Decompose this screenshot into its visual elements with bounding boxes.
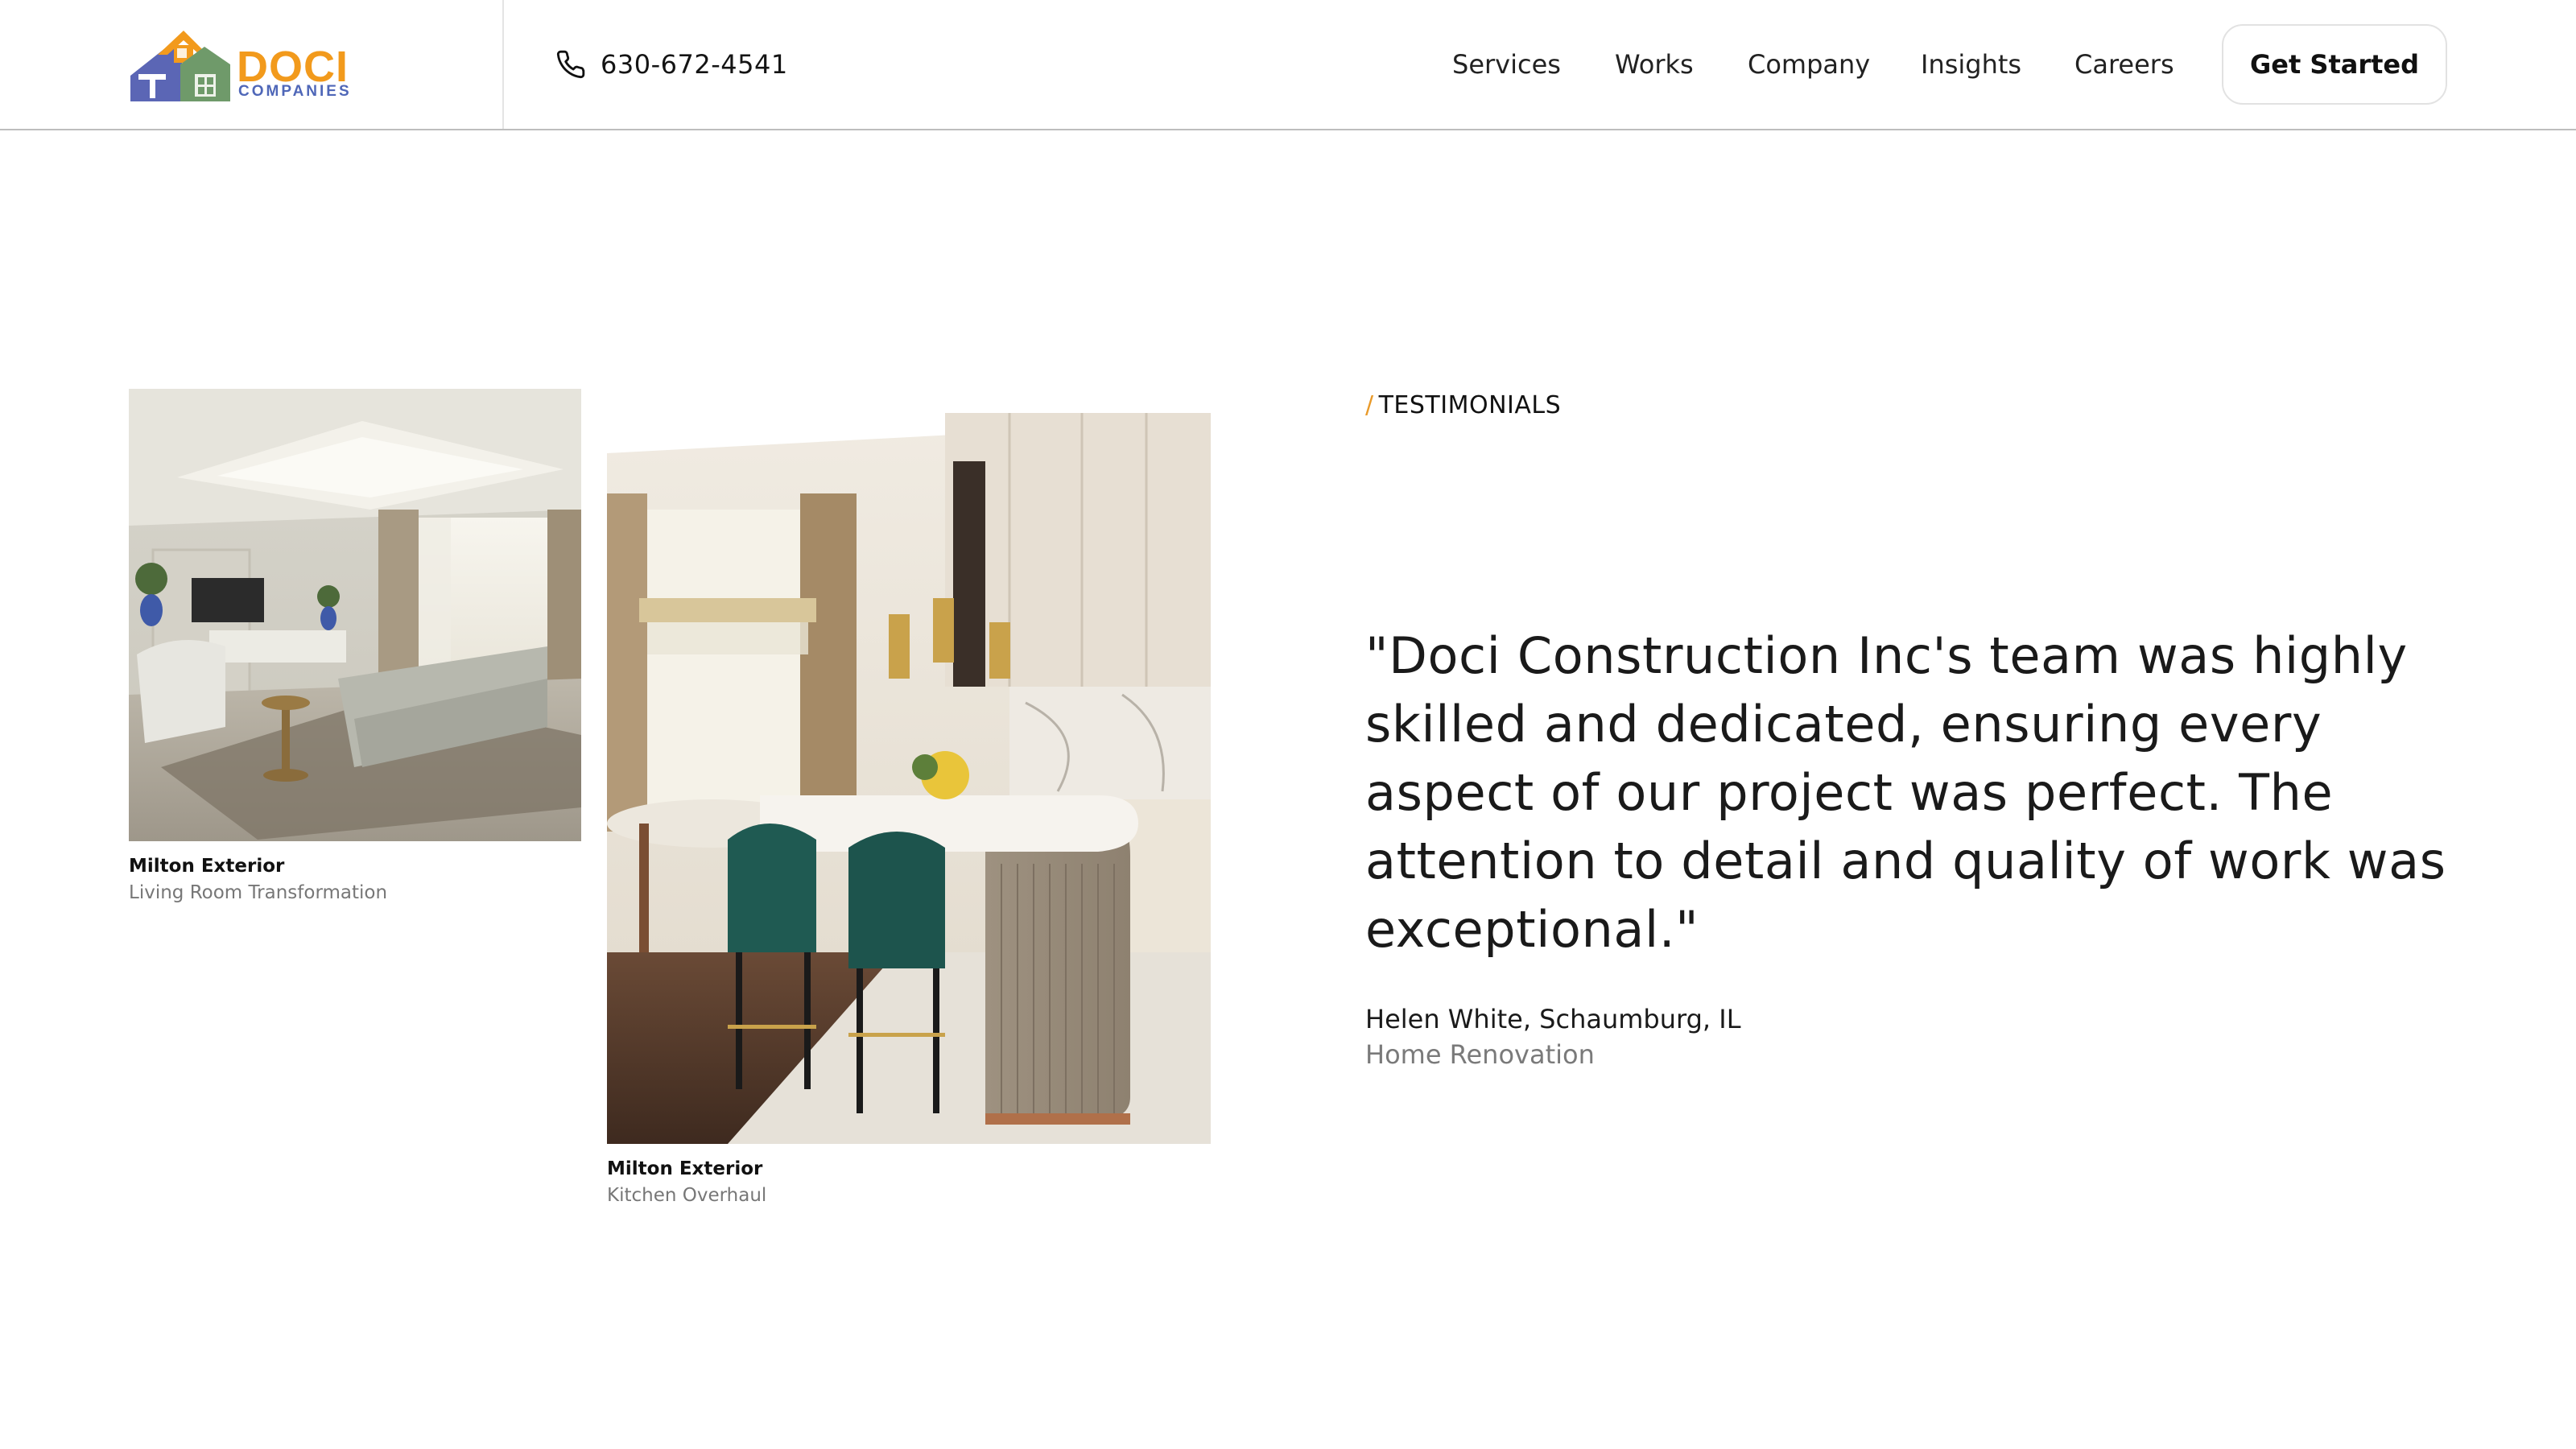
get-started-button[interactable]: Get Started (2222, 24, 2447, 105)
section-eyebrow: / TESTIMONIALS (1365, 390, 1561, 422)
nav-careers[interactable]: Careers (2074, 43, 2174, 85)
testimonial-author: Helen White, Schaumburg, IL (1365, 1004, 1741, 1034)
testimonial-quote: "Doci Construction Inc's team was highly… (1365, 626, 2446, 959)
project-title: Milton Exterior (129, 856, 285, 877)
living-room-image[interactable] (129, 389, 581, 841)
testimonial-project: Home Renovation (1365, 1039, 1595, 1070)
nav-insights[interactable]: Insights (1921, 43, 2021, 85)
project-card-living-room[interactable]: Milton Exterior Living Room Transformati… (129, 389, 581, 912)
project-card-kitchen[interactable]: Milton Exterior Kitchen Overhaul (607, 389, 1211, 1218)
project-subtitle: Living Room Transformation (129, 882, 388, 903)
eyebrow-slash: / (1365, 391, 1374, 419)
nav-works[interactable]: Works (1615, 43, 1694, 85)
eyebrow-label: TESTIMONIALS (1378, 391, 1562, 419)
nav-company[interactable]: Company (1748, 43, 1870, 85)
main-nav: Services Works Company Insights Careers (0, 43, 2576, 85)
kitchen-image[interactable] (607, 389, 1211, 1144)
project-subtitle: Kitchen Overhaul (607, 1185, 767, 1206)
site-header: DOCI COMPANIES 630-672-4541 Services Wor… (0, 0, 2576, 130)
brand-tagline: COMPANIES (238, 83, 352, 100)
nav-services[interactable]: Services (1452, 43, 1561, 85)
project-title: Milton Exterior (607, 1158, 763, 1179)
